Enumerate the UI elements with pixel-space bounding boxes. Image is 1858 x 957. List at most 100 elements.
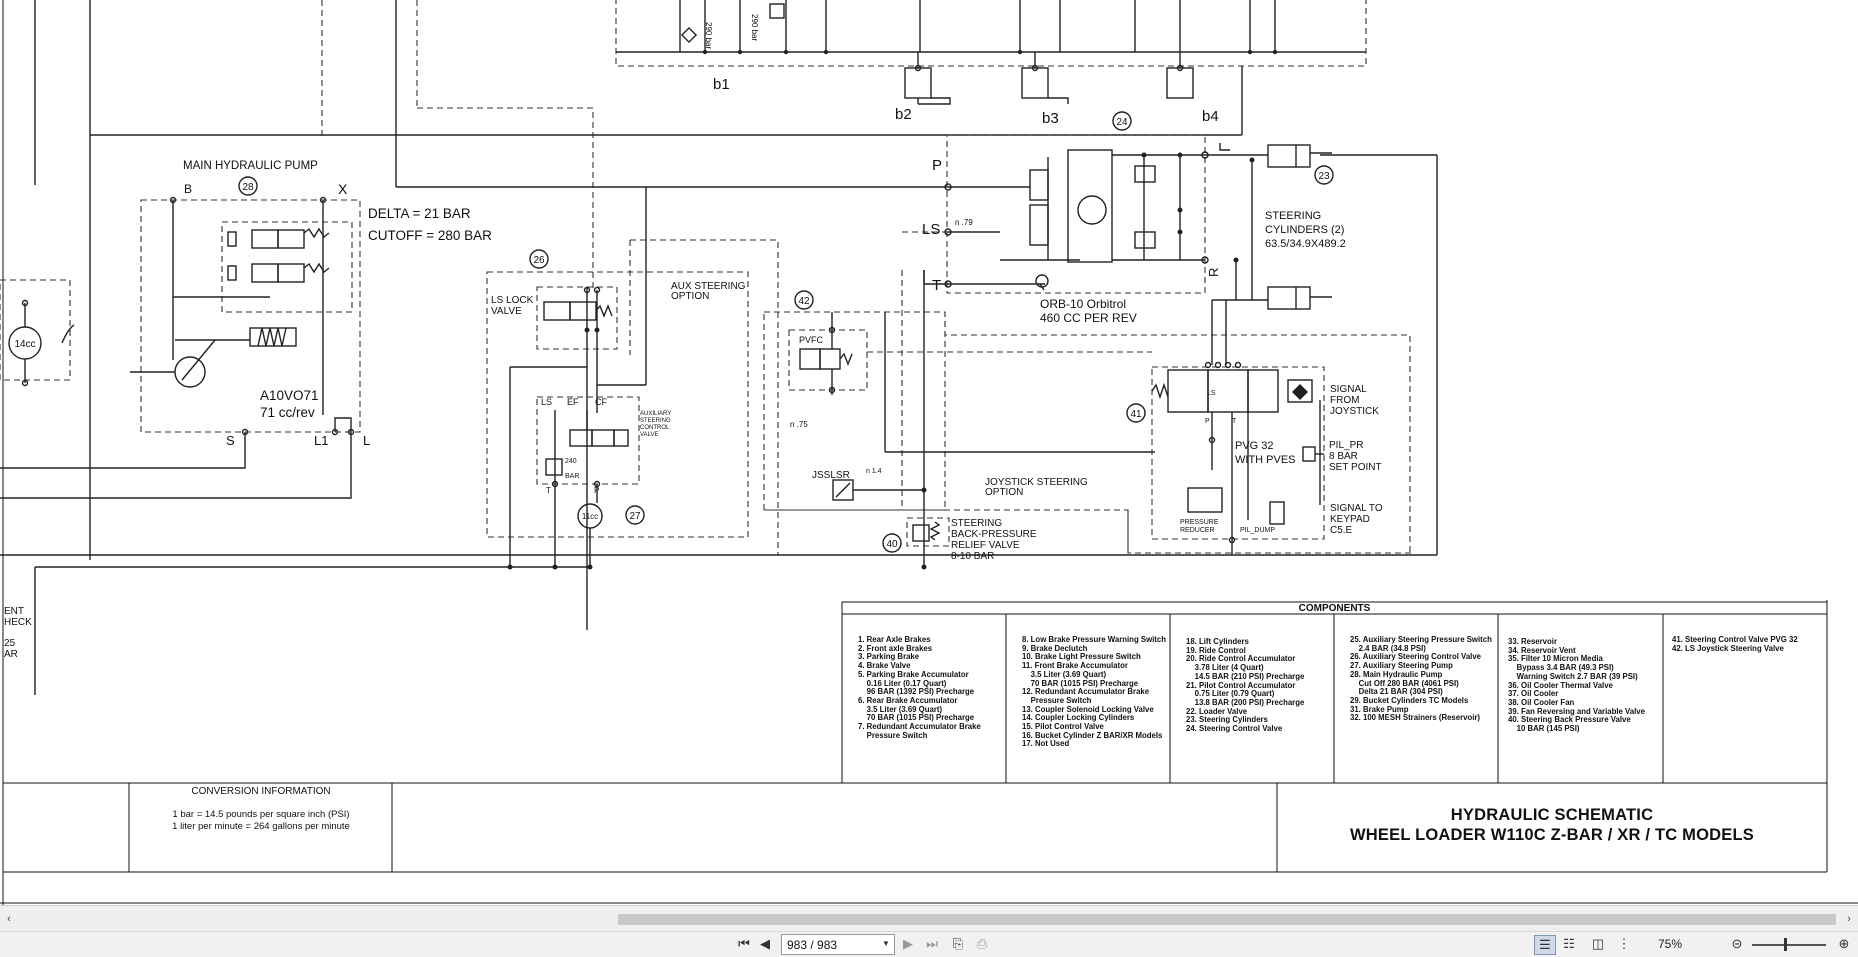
backpressure-label-4: 8-10 BAR	[951, 551, 994, 562]
steer-cyl-label-3: 63.5/34.9X489.2	[1265, 238, 1346, 250]
port-cf-aux: CF	[595, 397, 607, 407]
component-item: Pressure Switch	[858, 730, 928, 740]
zoom-in-icon[interactable]: ⊕	[1834, 935, 1854, 953]
components-col-5: 33. Reservoir 34. Reservoir Vent 35. Filte…	[1508, 637, 1668, 734]
ls-lock-label-1: LS LOCK	[491, 295, 534, 306]
pvfc-label: PVFC	[799, 335, 824, 345]
orbitrol-label-1: ORB-10 Orbitrol	[1040, 297, 1126, 311]
scroll-left-arrow-icon[interactable]: ‹	[2, 912, 16, 926]
pump-model-label: A10VO71	[260, 388, 319, 403]
brake-valve-b3	[1021, 52, 1049, 99]
relief-bar-label: BAR	[565, 473, 579, 480]
viewer-toolbar: ⏮ ◀ ▼ ▶ ⏭ ⎘ ⎙ ☰ ☷ ◫ ⋮ 75% ⊝ ⊕	[0, 931, 1858, 957]
two-page-view-icon[interactable]: ◫	[1588, 935, 1608, 953]
thumbnails-view-icon[interactable]: ⋮	[1614, 935, 1634, 953]
steering-control-block	[946, 134, 1206, 294]
brake-valve-b2	[904, 52, 932, 104]
port-ls-pvg: LS	[1207, 390, 1216, 397]
callout-23-text: 23	[1318, 171, 1330, 182]
port-p-pvg: P	[1205, 418, 1210, 425]
components-col-3: 18. Lift Cylinders 19. Ride Control 20. Ri…	[1186, 637, 1346, 734]
horizontal-scrollbar[interactable]: ‹ ›	[0, 905, 1858, 932]
main-pump-symbol	[174, 356, 206, 388]
next-page-icon[interactable]: ▶	[898, 935, 918, 953]
top-valve-block	[615, 0, 1367, 67]
cutoff-label: CUTOFF = 280 BAR	[368, 228, 492, 243]
steer-cyl-label-1: STEERING	[1265, 210, 1321, 222]
scroll-track[interactable]	[20, 914, 1838, 925]
zoom-level: 75%	[1658, 937, 1683, 951]
orbitrol-motor-symbol	[1077, 195, 1107, 225]
copy-icon[interactable]: ⎘	[948, 935, 968, 953]
callout-42-text: 42	[798, 296, 810, 307]
backpressure-label-3: RELIEF VALVE	[951, 540, 1020, 551]
callout-24-text: 24	[1116, 117, 1128, 128]
paste-icon[interactable]: ⎙	[972, 935, 992, 953]
scroll-right-arrow-icon[interactable]: ›	[1842, 912, 1856, 926]
callout-27-text: 27	[629, 511, 641, 522]
pump-disp-label: 71 cc/rev	[260, 405, 315, 420]
brake-valve-b4	[1166, 52, 1194, 99]
pvg-label-2: WITH PVES	[1235, 454, 1296, 466]
aux-valve-label-4: VALVE	[640, 432, 658, 438]
continuous-view-icon[interactable]: ☷	[1559, 935, 1579, 953]
signal-joy-label-1: SIGNAL	[1330, 384, 1367, 395]
port-l-label: L	[363, 433, 370, 448]
port-ef-aux: EF	[567, 397, 579, 407]
aux-steering-label-2: OPTION	[671, 291, 709, 302]
page-number-input[interactable]	[785, 936, 879, 954]
components-title: COMPONENTS	[1298, 603, 1371, 614]
pil-dump-label: PIL_DUMP	[1240, 527, 1275, 534]
components-col-6: 41. Steering Control Valve PVG 32 42. LS …	[1672, 635, 1832, 653]
steer-cyl-label-2: CYLINDERS (2)	[1265, 224, 1344, 236]
port-b-label: B	[184, 182, 192, 196]
component-item: 24. Steering Control Valve	[1186, 724, 1283, 734]
zoom-out-icon[interactable]: ⊝	[1727, 935, 1747, 953]
components-table: COMPONENTS 1. Rear Axle Brakes 2. Front a…	[842, 602, 1827, 782]
cut-label-4: AR	[4, 649, 18, 660]
last-page-icon[interactable]: ⏭	[922, 935, 942, 953]
pvg-label-1: PVG 32	[1235, 440, 1274, 452]
n14-label: n 1.4	[866, 468, 882, 475]
pil-pr-label-3: SET POINT	[1329, 462, 1382, 473]
label-b2: b2	[895, 106, 912, 123]
cut-label-2: HECK	[4, 617, 32, 628]
zoom-slider[interactable]	[1752, 944, 1826, 946]
conversion-title: CONVERSION INFORMATION	[191, 786, 331, 797]
relief-240-label: 240	[565, 458, 577, 465]
aux-valve-label-2: STEERING	[640, 418, 671, 424]
aux-control-valve-block	[536, 396, 640, 485]
callout-41-text: 41	[1130, 409, 1142, 420]
single-page-view-icon[interactable]: ☰	[1534, 935, 1556, 955]
relief-290-label: 290 bar	[704, 22, 713, 49]
backpressure-label-2: BACK-PRESSURE	[951, 529, 1037, 540]
scroll-thumb[interactable]	[618, 914, 1836, 925]
cut-label-3: 25	[4, 638, 16, 649]
port-s-label: S	[226, 433, 235, 448]
callout-28-text: 28	[242, 182, 254, 193]
port-t-orb: T	[932, 277, 941, 294]
document-viewport[interactable]: 290 bar 290 bar b1 b2 b3 b4 MAIN HYDRAUL…	[0, 0, 1858, 905]
first-page-icon[interactable]: ⏮	[734, 935, 754, 953]
drawing-title-line-2: WHEEL LOADER W110C Z-BAR / XR / TC MODEL…	[1350, 826, 1754, 844]
conversion-line-2: 1 liter per minute = 264 gallons per min…	[172, 821, 350, 832]
backpressure-label-1: STEERING	[951, 518, 1002, 529]
ls-lock-label-2: VALVE	[491, 306, 522, 317]
main-pump-label: MAIN HYDRAULIC PUMP	[183, 160, 318, 172]
prev-page-icon[interactable]: ◀	[755, 935, 775, 953]
steering-cylinder-top	[1267, 144, 1332, 168]
pressure-reducer-label-2: REDUCER	[1180, 527, 1215, 534]
zoom-slider-thumb[interactable]	[1784, 938, 1787, 951]
components-col-1: 1. Rear Axle Brakes 2. Front axle Brakes 3…	[858, 635, 1018, 740]
aux-valve-label-3: CONTROL	[640, 425, 670, 431]
label-b4: b4	[1202, 108, 1219, 125]
page-dropdown-icon[interactable]: ▼	[880, 936, 892, 952]
pump-14cc-label: 14cc	[14, 339, 35, 350]
conversion-line-1: 1 bar = 14.5 pounds per square inch (PSI…	[172, 809, 350, 820]
port-l1-label: L1	[314, 433, 328, 448]
component-item: 42. LS Joystick Steering Valve	[1672, 643, 1784, 653]
drawing-title-line-1: HYDRAULIC SCHEMATIC	[1450, 806, 1654, 824]
component-item: 10 BAR (145 PSI)	[1508, 724, 1580, 734]
n79-label: n .79	[955, 218, 973, 227]
page-number-field[interactable]: ▼	[781, 934, 895, 955]
